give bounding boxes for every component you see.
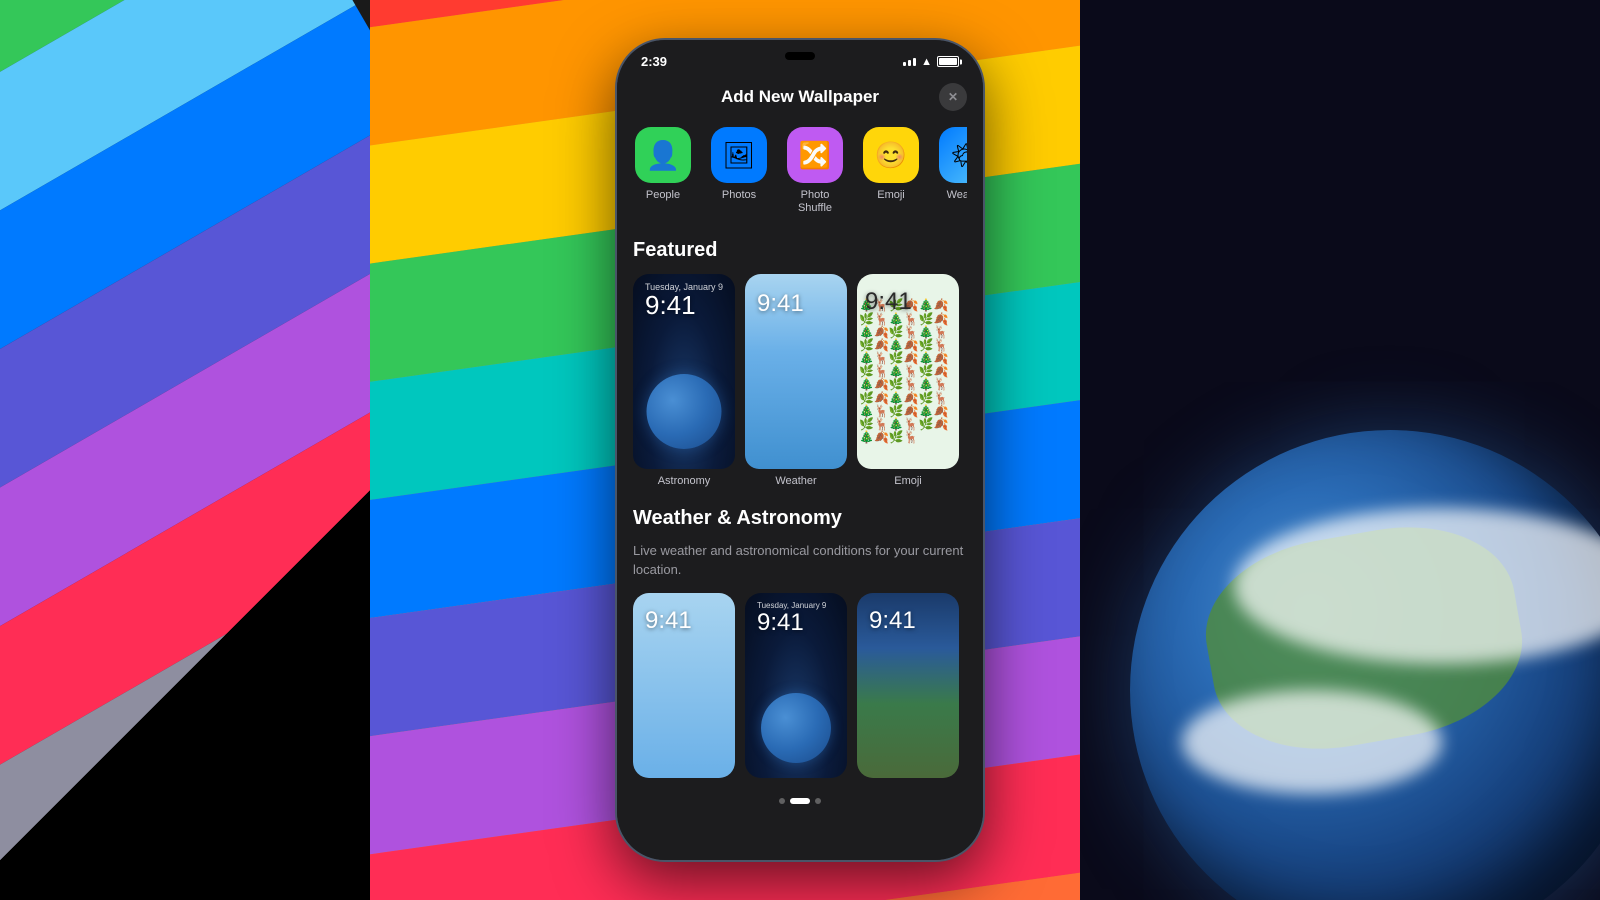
featured-section: Featured Tuesday, January 9 9:41 Astrono… xyxy=(633,239,967,487)
category-scroll[interactable]: 👤 People 🖼 Photos 🔀 Phot xyxy=(633,127,967,223)
people-icon[interactable]: 👤 xyxy=(635,127,691,183)
wa-blue-preview: 9:41 xyxy=(633,593,735,778)
category-item-people[interactable]: 👤 People xyxy=(633,127,693,215)
weather-astronomy-section: Weather & Astronomy Live weather and ast… xyxy=(633,507,967,803)
wa-coast-preview: 9:41 xyxy=(857,593,959,778)
earth-globe xyxy=(1130,430,1600,900)
weather-label: Weather xyxy=(745,475,847,487)
wa-blue-time: 9:41 xyxy=(645,607,692,635)
photos-icon[interactable]: 🖼 xyxy=(711,127,767,183)
weather-icon[interactable]: 🌤 xyxy=(939,127,967,183)
emoji-icon[interactable]: 😊 xyxy=(863,127,919,183)
status-icons: ▲ xyxy=(903,56,959,68)
astronomy-preview: Tuesday, January 9 9:41 xyxy=(633,274,735,469)
featured-card-astronomy[interactable]: Tuesday, January 9 9:41 Astronomy xyxy=(633,274,735,487)
featured-card-weather[interactable]: 9:41 Weather xyxy=(745,274,847,487)
page-indicator xyxy=(633,798,967,804)
emoji-label: Emoji xyxy=(857,475,959,487)
weather-preview: 9:41 xyxy=(745,274,847,469)
wa-astro-time: 9:41 xyxy=(757,609,804,637)
featured-title: Featured xyxy=(633,239,967,262)
weather-astronomy-desc: Live weather and astronomical conditions… xyxy=(633,542,967,578)
wa-card-coast[interactable]: 9:41 xyxy=(857,593,959,778)
photo-shuffle-icon[interactable]: 🔀 xyxy=(787,127,843,183)
close-button[interactable]: ✕ xyxy=(939,83,967,111)
modal-title: Add New Wallpaper xyxy=(661,87,939,107)
wifi-icon: ▲ xyxy=(921,56,932,68)
wa-astro-preview: Tuesday, January 9 9:41 xyxy=(745,593,847,778)
wa-card-blue[interactable]: 9:41 xyxy=(633,593,735,778)
battery-icon xyxy=(937,56,959,67)
category-item-weather[interactable]: 🌤 Weath... xyxy=(937,127,967,215)
bg-right-panel xyxy=(1080,0,1600,900)
category-label-people: People xyxy=(646,189,680,202)
wa-coast-time: 9:41 xyxy=(869,607,916,635)
category-item-emoji[interactable]: 😊 Emoji xyxy=(861,127,921,215)
signal-icon xyxy=(903,58,916,66)
wa-astro-earth xyxy=(761,693,831,763)
bg-left-panel xyxy=(0,0,370,900)
astronomy-earth xyxy=(647,374,722,449)
indicator-dot-2 xyxy=(790,798,810,804)
astronomy-time: 9:41 xyxy=(645,290,696,321)
phone-frame: 2:39 ▲ xyxy=(615,38,985,862)
category-label-photo-shuffle: Photo Shuffle xyxy=(785,189,845,215)
phone-screen: 2:39 ▲ xyxy=(617,40,983,860)
featured-wallpaper-scroll[interactable]: Tuesday, January 9 9:41 Astronomy 9:41 xyxy=(633,274,967,487)
emoji-preview: 9:41 🎄🦌🌿🍂🎄🍂🌿🦌🎄🦌🌿🍂🎄🍂🌿🦌🎄🦌🌿🍂🎄🍂🌿🦌🎄🦌🌿🍂🎄🍂🌿🦌🎄🦌🌿… xyxy=(857,274,959,469)
wa-card-astronomy[interactable]: Tuesday, January 9 9:41 xyxy=(745,593,847,778)
category-label-emoji: Emoji xyxy=(877,189,905,202)
modal-header: Add New Wallpaper ✕ xyxy=(633,75,967,127)
phone-frame-wrapper: 2:39 ▲ xyxy=(615,38,985,862)
weather-astronomy-title: Weather & Astronomy xyxy=(633,507,967,530)
indicator-dot-3 xyxy=(815,798,821,804)
category-label-photos: Photos xyxy=(722,189,756,202)
modal-content: Add New Wallpaper ✕ 👤 People 🖼 xyxy=(617,75,983,820)
weather-astronomy-scroll[interactable]: 9:41 Tuesday, January 9 9:41 xyxy=(633,593,967,778)
astronomy-label: Astronomy xyxy=(633,475,735,487)
phone-notch xyxy=(785,52,815,60)
featured-card-emoji[interactable]: 9:41 🎄🦌🌿🍂🎄🍂🌿🦌🎄🦌🌿🍂🎄🍂🌿🦌🎄🦌🌿🍂🎄🍂🌿🦌🎄🦌🌿🍂🎄🍂🌿🦌🎄🦌🌿… xyxy=(857,274,959,487)
status-time: 2:39 xyxy=(641,54,667,69)
category-label-weather: Weath... xyxy=(947,189,967,202)
indicator-dot-1 xyxy=(779,798,785,804)
category-item-photos[interactable]: 🖼 Photos xyxy=(709,127,769,215)
weather-time: 9:41 xyxy=(757,290,804,318)
emoji-time: 9:41 xyxy=(865,288,912,316)
category-item-photo-shuffle[interactable]: 🔀 Photo Shuffle xyxy=(785,127,845,215)
